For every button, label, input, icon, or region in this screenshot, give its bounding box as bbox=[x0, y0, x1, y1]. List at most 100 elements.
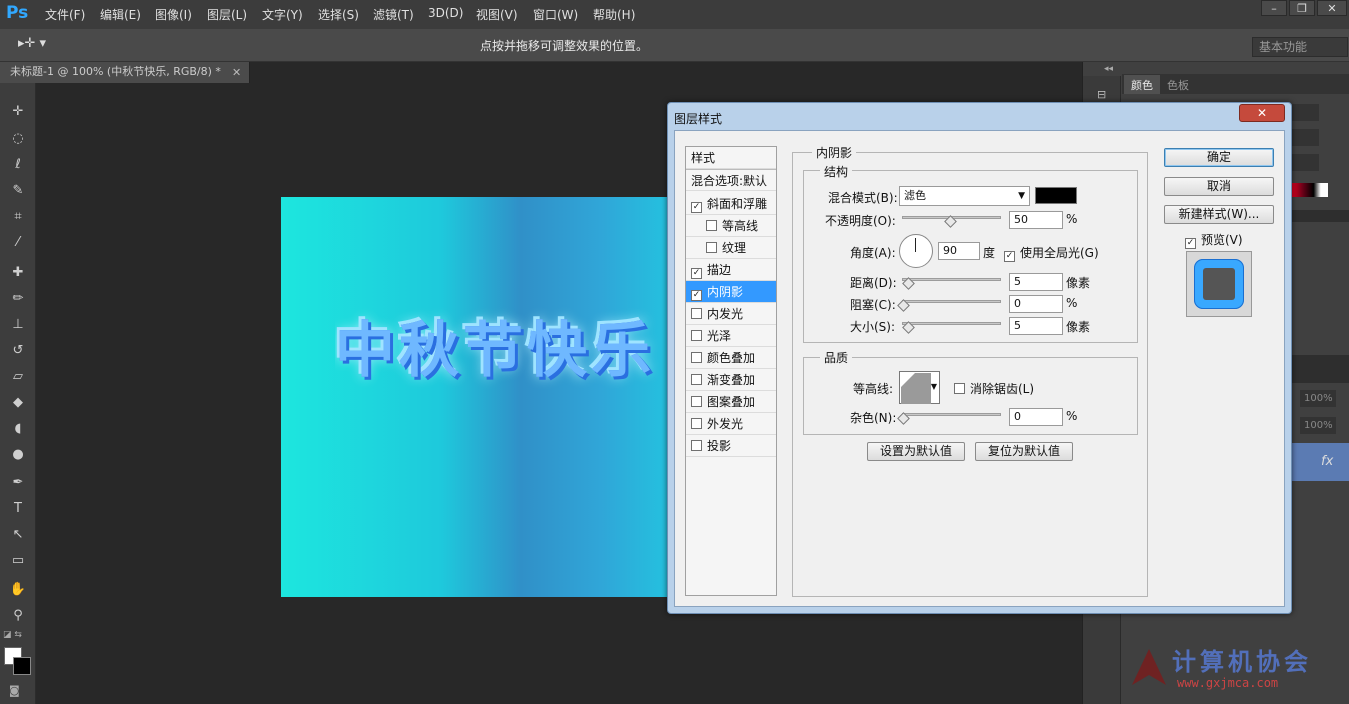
global-light-checkbox[interactable]: ✓ 使用全局光(G) bbox=[1004, 244, 1099, 262]
noise-slider[interactable] bbox=[902, 413, 1001, 416]
style-check-icon[interactable] bbox=[691, 374, 702, 385]
style-check-icon[interactable] bbox=[691, 440, 702, 451]
style-check-icon[interactable] bbox=[691, 330, 702, 341]
menu-type[interactable]: 文字(Y) bbox=[262, 6, 303, 23]
choke-input[interactable]: 0 bbox=[1009, 295, 1063, 313]
document-tab[interactable]: 未标题-1 @ 100% (中秋节快乐, RGB/8) * bbox=[0, 62, 250, 83]
zoom-tool-icon[interactable]: ⚲ bbox=[7, 606, 29, 626]
blur-tool-icon[interactable]: ◖ bbox=[7, 419, 29, 439]
style-item[interactable]: 外发光 bbox=[686, 413, 776, 435]
menu-file[interactable]: 文件(F) bbox=[45, 6, 85, 23]
quick-select-tool-icon[interactable]: ✎ bbox=[7, 181, 29, 201]
dodge-tool-icon[interactable]: ● bbox=[7, 445, 29, 465]
close-window-button[interactable]: ✕ bbox=[1317, 0, 1347, 16]
opacity-input[interactable]: 50 bbox=[1009, 211, 1063, 229]
style-check-icon[interactable] bbox=[706, 242, 717, 253]
layer-fill-field[interactable]: 100% bbox=[1300, 417, 1336, 434]
path-select-tool-icon[interactable]: ↖ bbox=[7, 525, 29, 545]
close-tab-icon[interactable]: ✕ bbox=[232, 66, 241, 79]
reset-default-button[interactable]: 复位为默认值 bbox=[975, 442, 1073, 461]
lasso-tool-icon[interactable]: ℓ bbox=[7, 155, 29, 175]
style-item[interactable]: 光泽 bbox=[686, 325, 776, 347]
history-panel-icon[interactable]: ⊟ bbox=[1097, 88, 1106, 101]
eraser-tool-icon[interactable]: ▱ bbox=[7, 367, 29, 387]
menu-layer[interactable]: 图层(L) bbox=[207, 6, 247, 23]
stamp-tool-icon[interactable]: ⊥ bbox=[7, 315, 29, 335]
style-item[interactable]: 图案叠加 bbox=[686, 391, 776, 413]
layer-fx-icon[interactable]: fx bbox=[1321, 454, 1333, 469]
pen-tool-icon[interactable]: ✒ bbox=[7, 473, 29, 493]
shadow-color-swatch[interactable] bbox=[1035, 187, 1077, 204]
style-item[interactable]: ✓ 描边 bbox=[686, 259, 776, 281]
antialias-checkbox[interactable]: 消除锯齿(L) bbox=[954, 380, 1034, 397]
history-brush-tool-icon[interactable]: ↺ bbox=[7, 341, 29, 361]
menu-filter[interactable]: 滤镜(T) bbox=[373, 6, 414, 23]
menu-3d[interactable]: 3D(D) bbox=[428, 6, 463, 20]
style-item[interactable]: ✓ 斜面和浮雕 bbox=[686, 193, 776, 215]
style-item[interactable]: ✓ 内阴影 bbox=[686, 281, 776, 303]
style-check-icon[interactable]: ✓ bbox=[691, 202, 702, 213]
style-item[interactable]: 纹理 bbox=[686, 237, 776, 259]
cancel-button[interactable]: 取消 bbox=[1164, 177, 1274, 196]
restore-button[interactable]: ❐ bbox=[1289, 0, 1315, 16]
distance-slider[interactable] bbox=[902, 278, 1001, 281]
style-item[interactable]: 颜色叠加 bbox=[686, 347, 776, 369]
menu-select[interactable]: 选择(S) bbox=[318, 6, 359, 23]
type-tool-icon[interactable]: T bbox=[7, 499, 29, 519]
set-default-button[interactable]: 设置为默认值 bbox=[867, 442, 965, 461]
style-check-icon[interactable]: ✓ bbox=[691, 268, 702, 279]
tab-color[interactable]: 颜色 bbox=[1131, 77, 1153, 93]
tab-swatches[interactable]: 色板 bbox=[1167, 77, 1189, 93]
menu-help[interactable]: 帮助(H) bbox=[593, 6, 635, 23]
eyedropper-tool-icon[interactable]: ⁄ bbox=[7, 233, 29, 253]
move-tool-preset-icon[interactable]: ▸✛ ▾ bbox=[18, 36, 46, 51]
menu-window[interactable]: 窗口(W) bbox=[533, 6, 578, 23]
size-input[interactable]: 5 bbox=[1009, 317, 1063, 335]
color-ramp[interactable] bbox=[1292, 183, 1328, 197]
style-check-icon[interactable] bbox=[691, 396, 702, 407]
collapse-panels-icon[interactable]: ◂◂ bbox=[1104, 64, 1113, 74]
preview-checkbox[interactable]: ✓ 预览(V) bbox=[1185, 231, 1243, 249]
marquee-tool-icon[interactable]: ◌ bbox=[7, 129, 29, 149]
color-field-r[interactable] bbox=[1292, 104, 1319, 121]
color-field-g[interactable] bbox=[1292, 129, 1319, 146]
brush-tool-icon[interactable]: ✏ bbox=[7, 289, 29, 309]
color-field-b[interactable] bbox=[1292, 154, 1319, 171]
choke-slider[interactable] bbox=[902, 300, 1001, 303]
paint-bucket-tool-icon[interactable]: ◆ bbox=[7, 393, 29, 413]
default-colors-icon[interactable]: ◪ ⇆ bbox=[3, 630, 22, 640]
style-item[interactable]: 渐变叠加 bbox=[686, 369, 776, 391]
style-check-icon[interactable] bbox=[691, 352, 702, 363]
move-tool-icon[interactable]: ✛ bbox=[7, 102, 29, 122]
layer-opacity-field[interactable]: 100% bbox=[1300, 390, 1336, 407]
healing-tool-icon[interactable]: ✚ bbox=[7, 263, 29, 283]
dialog-close-button[interactable]: ✕ bbox=[1239, 104, 1285, 122]
menu-image[interactable]: 图像(I) bbox=[155, 6, 192, 23]
menu-edit[interactable]: 编辑(E) bbox=[100, 6, 141, 23]
blend-options-item[interactable]: 混合选项:默认 bbox=[686, 169, 776, 191]
style-item[interactable]: 等高线 bbox=[686, 215, 776, 237]
shape-tool-icon[interactable]: ▭ bbox=[7, 551, 29, 571]
distance-input[interactable]: 5 bbox=[1009, 273, 1063, 291]
contour-picker[interactable]: ▼ bbox=[899, 371, 940, 404]
style-item[interactable]: 投影 bbox=[686, 435, 776, 457]
style-check-icon[interactable] bbox=[706, 220, 717, 231]
size-slider[interactable] bbox=[902, 322, 1001, 325]
background-color-swatch[interactable] bbox=[13, 657, 31, 675]
style-check-icon[interactable] bbox=[691, 308, 702, 319]
crop-tool-icon[interactable]: ⌗ bbox=[7, 207, 29, 227]
menu-view[interactable]: 视图(V) bbox=[476, 6, 518, 23]
document-canvas[interactable] bbox=[281, 197, 681, 597]
blend-mode-select[interactable]: 滤色 ▼ bbox=[899, 186, 1030, 206]
style-check-icon[interactable] bbox=[691, 418, 702, 429]
hand-tool-icon[interactable]: ✋ bbox=[7, 580, 29, 600]
style-check-icon[interactable]: ✓ bbox=[691, 290, 702, 301]
workspace-select[interactable]: 基本功能 bbox=[1252, 37, 1348, 57]
new-style-button[interactable]: 新建样式(W)... bbox=[1164, 205, 1274, 224]
styles-header[interactable]: 样式 bbox=[686, 147, 776, 169]
quick-mask-icon[interactable]: ◙ bbox=[9, 684, 20, 697]
minimize-button[interactable]: – bbox=[1261, 0, 1287, 16]
angle-input[interactable]: 90 bbox=[938, 242, 980, 260]
style-item[interactable]: 内发光 bbox=[686, 303, 776, 325]
noise-input[interactable]: 0 bbox=[1009, 408, 1063, 426]
